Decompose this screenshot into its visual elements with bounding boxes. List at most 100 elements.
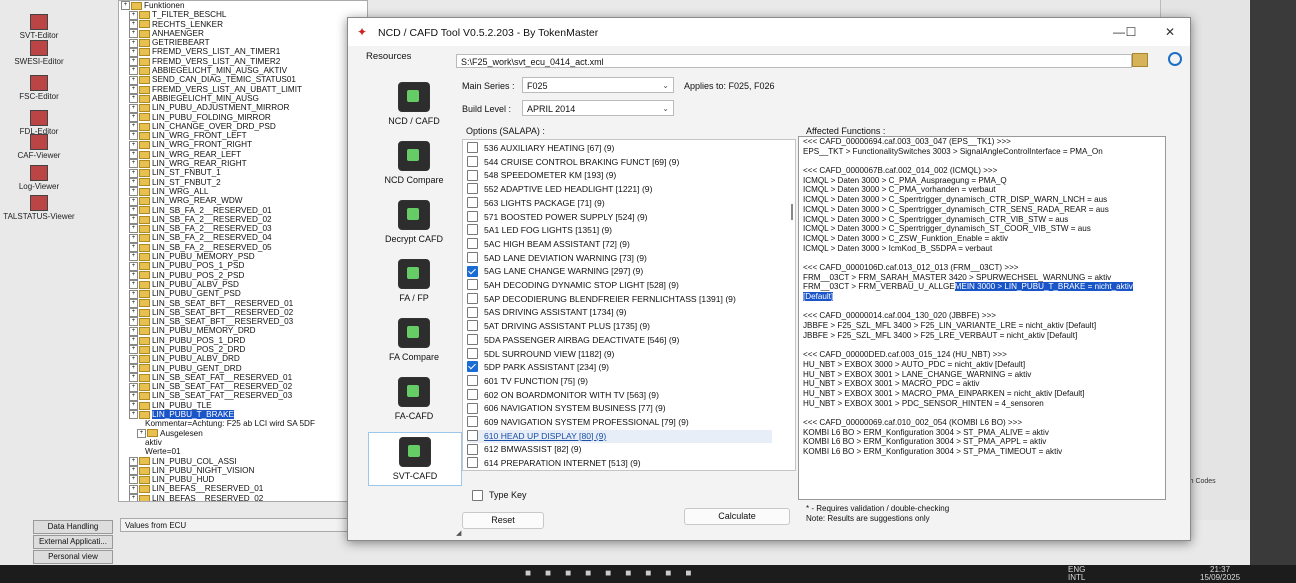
- option-item[interactable]: 612 BMWASSIST [82] (9): [467, 443, 772, 457]
- file-path-input[interactable]: S:\F25_work\svt_ecu_0414_act.xml: [456, 54, 1132, 68]
- checkbox-icon[interactable]: [467, 197, 478, 209]
- option-item[interactable]: 571 BOOSTED POWER SUPPLY [524] (9): [467, 210, 772, 225]
- checkbox-icon[interactable]: [467, 416, 478, 428]
- option-item[interactable]: 5AH DECODING DYNAMIC STOP LIGHT [528] (9…: [467, 279, 772, 293]
- expand-icon[interactable]: +: [129, 475, 138, 485]
- tree-node[interactable]: + LIN_PUBU_ALBV_DRD: [119, 354, 367, 364]
- checkbox-icon[interactable]: [467, 238, 478, 250]
- tree-node[interactable]: + LIN_PUBU_GENT_DRD: [119, 364, 367, 373]
- checkbox-icon[interactable]: [467, 402, 478, 414]
- checkbox-icon[interactable]: [467, 334, 478, 346]
- expand-icon[interactable]: +: [121, 1, 130, 11]
- option-item[interactable]: 601 TV FUNCTION [75] (9): [467, 375, 772, 389]
- option-item[interactable]: 548 SPEEDOMETER KM [193] (9): [467, 169, 772, 183]
- expand-icon[interactable]: +: [129, 177, 138, 187]
- expand-icon[interactable]: +: [129, 373, 138, 383]
- tree-node[interactable]: + LIN_WRG_REAR_LEFT: [119, 150, 367, 160]
- option-item[interactable]: 5AT DRIVING ASSISTANT PLUS [1735] (9): [467, 320, 772, 334]
- checkbox-icon[interactable]: [467, 375, 478, 387]
- options-scrollbar[interactable]: [791, 204, 793, 220]
- expand-icon[interactable]: +: [129, 103, 138, 113]
- tree-node[interactable]: + LIN_SB_FA_2__RESERVED_04: [119, 233, 367, 243]
- tree-node[interactable]: + LIN_WRG_FRONT_LEFT: [119, 131, 367, 141]
- expand-icon[interactable]: +: [129, 224, 138, 234]
- expand-icon[interactable]: +: [129, 308, 138, 318]
- tree-node[interactable]: + LIN_WRG_FRONT_RIGHT: [119, 140, 367, 150]
- sidebar-item-fa-compare[interactable]: FA Compare: [368, 314, 460, 366]
- tree-node[interactable]: + LIN_SB_FA_2__RESERVED_01: [119, 206, 367, 215]
- tool-svt-editor[interactable]: SVT-Editor: [2, 14, 76, 40]
- option-item[interactable]: 5DL SURROUND VIEW [1182] (9): [467, 347, 772, 362]
- tree-node[interactable]: + LIN_PUBU_FOLDING_MIRROR: [119, 113, 367, 122]
- tree-node[interactable]: + ABBIEGELICHT_MIN_AUSG: [119, 94, 367, 104]
- expand-icon[interactable]: +: [129, 85, 138, 94]
- tree-node[interactable]: + LIN_PUBU_COL_ASSI: [119, 457, 367, 466]
- checkbox-icon[interactable]: [467, 429, 478, 441]
- tree-node[interactable]: + LIN_SB_SEAT_FAT__RESERVED_02: [119, 382, 367, 392]
- checkbox-icon[interactable]: [467, 443, 478, 455]
- expand-icon[interactable]: +: [129, 66, 138, 76]
- option-item[interactable]: 536 AUXILIARY HEATING [67] (9): [467, 142, 772, 156]
- expand-icon[interactable]: +: [129, 159, 138, 169]
- type-key-checkbox[interactable]: Type Key: [472, 490, 527, 502]
- checkbox-icon[interactable]: [467, 279, 478, 291]
- options-list[interactable]: 536 AUXILIARY HEATING [67] (9) 544 CRUISE…: [462, 139, 796, 471]
- tree-node[interactable]: + LIN_SB_FA_2__RESERVED_05: [119, 243, 367, 253]
- expand-icon[interactable]: +: [129, 456, 138, 466]
- expand-icon[interactable]: +: [129, 298, 138, 308]
- checkbox-icon[interactable]: [467, 320, 478, 332]
- sidebar-item-fa-fp[interactable]: FA / FP: [368, 255, 460, 307]
- tree-node[interactable]: + LIN_SB_SEAT_BFT__RESERVED_03: [119, 317, 367, 327]
- tree-node[interactable]: + ABBIEGELICHT_MIN_AUSG_AKTIV: [119, 66, 367, 76]
- tree-node[interactable]: + Ausgelesen: [119, 429, 367, 438]
- tree-node[interactable]: + LIN_PUBU_NIGHT_VISION: [119, 466, 367, 476]
- function-tree[interactable]: + Funktionen + T_FILTER_BESCHL + RECHTS_LENKE…: [118, 0, 368, 502]
- close-button[interactable]: ✕: [1159, 23, 1181, 41]
- option-item[interactable]: 610 HEAD UP DISPLAY [80] (9): [467, 429, 772, 444]
- option-item[interactable]: 5AC HIGH BEAM ASSISTANT [72] (9): [467, 238, 772, 252]
- expand-icon[interactable]: +: [129, 494, 138, 501]
- tree-node[interactable]: + RECHTS_LENKER: [119, 20, 367, 29]
- folder-icon[interactable]: [1132, 53, 1148, 67]
- reset-button[interactable]: Reset: [462, 512, 544, 529]
- expand-icon[interactable]: +: [129, 354, 138, 364]
- tree-node[interactable]: + LIN_PUBU_T_BRAKE: [119, 410, 367, 420]
- tab-personal-view[interactable]: Personal view: [33, 550, 113, 564]
- tree-node[interactable]: + LIN_BEFAS__RESERVED_01: [119, 484, 367, 494]
- checkbox-icon[interactable]: [467, 155, 478, 167]
- tree-node[interactable]: + LIN_PUBU_POS_2_DRD: [119, 345, 367, 355]
- expand-icon[interactable]: +: [129, 466, 138, 476]
- expand-icon[interactable]: +: [129, 94, 138, 104]
- option-item[interactable]: 563 LIGHTS PACKAGE [71] (9): [467, 197, 772, 211]
- refresh-icon[interactable]: [1168, 52, 1182, 66]
- sidebar-item-decrypt-cafd[interactable]: Decrypt CAFD: [368, 196, 460, 248]
- option-item[interactable]: 5AP DECODIERUNG BLENDFREIER FERNLICHTASS…: [467, 292, 772, 307]
- tree-node[interactable]: + LIN_PUBU_GENT_PSD: [119, 289, 367, 299]
- tree-node[interactable]: + LIN_SB_FA_2__RESERVED_03: [119, 224, 367, 234]
- expand-icon[interactable]: +: [129, 10, 138, 20]
- checkbox-icon[interactable]: [467, 265, 478, 277]
- checkbox-icon[interactable]: [467, 251, 478, 263]
- expand-icon[interactable]: +: [129, 484, 138, 494]
- sidebar-item-svt-cafd[interactable]: SVT-CAFD: [368, 432, 462, 486]
- tree-node[interactable]: + LIN_WRG_REAR_WDW: [119, 196, 367, 206]
- maximize-button[interactable]: ☐: [1120, 23, 1142, 41]
- tree-node[interactable]: + LIN_PUBU_HUD: [119, 475, 367, 485]
- expand-icon[interactable]: +: [129, 252, 138, 262]
- tree-node[interactable]: aktiv: [119, 438, 367, 447]
- tree-node[interactable]: + LIN_PUBU_POS_2_PSD: [119, 271, 367, 280]
- expand-icon[interactable]: +: [129, 47, 138, 57]
- tree-node[interactable]: + LIN_PUBU_POS_1_PSD: [119, 261, 367, 271]
- checkbox-icon[interactable]: [467, 183, 478, 195]
- tool-caf-viewer[interactable]: CAF-Viewer: [2, 134, 76, 160]
- main-series-select[interactable]: F025 ⌄: [522, 77, 674, 93]
- tool-talstatus-viewer[interactable]: TALSTATUS-Viewer: [2, 195, 76, 221]
- taskbar-app-icons[interactable]: ■■■■■■■■■: [525, 568, 705, 579]
- calculate-button[interactable]: Calculate: [684, 508, 790, 525]
- option-item[interactable]: 614 PREPARATION INTERNET [513] (9): [467, 457, 772, 470]
- tree-node[interactable]: + LIN_SB_SEAT_BFT__RESERVED_02: [119, 308, 367, 318]
- tree-node[interactable]: + LIN_PUBU_POS_1_DRD: [119, 336, 367, 346]
- option-item[interactable]: 609 NAVIGATION SYSTEM PROFESSIONAL [79] …: [467, 416, 772, 430]
- expand-icon[interactable]: +: [129, 401, 138, 411]
- expand-icon[interactable]: +: [129, 270, 138, 280]
